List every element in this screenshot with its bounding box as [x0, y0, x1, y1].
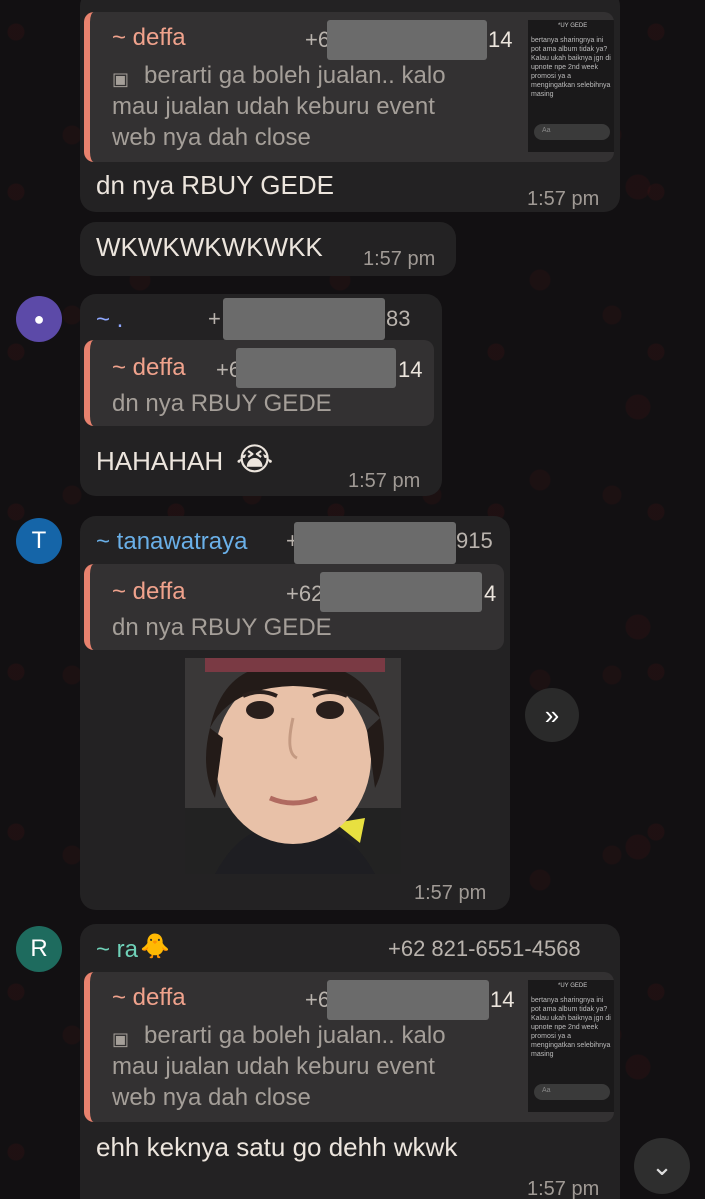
crying-emoji-icon: 😭 [236, 441, 274, 477]
sender-phone-end: 83 [386, 306, 411, 331]
quote-text-line: web nya dah close [112, 124, 311, 151]
thumb-input-hint: Aa [542, 127, 551, 134]
quote-text-line: berarti ga boleh jualan.. kalo [144, 1022, 446, 1049]
thumb-input: Aa [534, 1084, 610, 1100]
avatar-letter: T [31, 527, 47, 554]
quoted-message[interactable]: ~ deffa +62 4 dn nya RBUY GEDE [84, 564, 504, 650]
quote-text: dn nya RBUY GEDE [112, 390, 332, 417]
message-bubble[interactable]: WKWKWKWKWKK 1:57 pm [80, 222, 456, 276]
quote-sender-phone-end: 14 [398, 357, 423, 382]
thumb-text: bertanya sharingnya ini pot ama album ti… [531, 997, 611, 1058]
quote-sender-phone-end: 14 [488, 27, 513, 52]
sender-name[interactable]: ~ ra [96, 936, 138, 964]
redaction-box [327, 20, 487, 60]
message-bubble[interactable]: ~ deffa +6 14 ▣ berarti ga boleh jualan.… [80, 0, 620, 212]
sender-phone-end: 915 [456, 528, 493, 553]
message-text: ehh keknya satu go dehh wkwk [96, 1132, 458, 1162]
redaction-box [327, 980, 489, 1020]
quote-text-line: mau jualan udah keburu event [112, 1053, 435, 1080]
redaction-box [320, 572, 482, 612]
quote-sender-name: ~ deffa [112, 984, 186, 1011]
message-time: 1:57 pm [527, 188, 600, 210]
message-text: dn nya RBUY GEDE [96, 170, 334, 200]
thumb-header: *UY GEDE [558, 983, 588, 989]
thumb-input: Aa [534, 124, 610, 140]
message-bubble[interactable]: ~ . + 83 ~ deffa +6 14 dn nya RBUY GEDE … [80, 294, 442, 496]
message-bubble[interactable]: ~ ra 🐥 +62 821-6551-4568 ~ deffa +6 14 ▣… [80, 924, 620, 1199]
avatar[interactable]: ● [16, 296, 62, 342]
chick-emoji-icon: 🐥 [140, 933, 170, 960]
message-time: 1:57 pm [363, 248, 436, 270]
quote-sender-name: ~ deffa [112, 24, 186, 51]
redaction-box [236, 348, 396, 388]
quote-sender-phone-end: 14 [490, 987, 515, 1012]
message-time: 1:57 pm [414, 882, 487, 904]
selfie-photo[interactable] [185, 658, 401, 874]
thumb-text: bertanya sharingnya ini pot ama album ti… [531, 37, 611, 98]
quote-text-line: berarti ga boleh jualan.. kalo [144, 62, 446, 89]
message-text: WKWKWKWKWKK [96, 232, 323, 262]
message-time: 1:57 pm [348, 470, 421, 492]
scroll-down-icon[interactable]: ⌄ [634, 1138, 690, 1194]
quote-sender-name: ~ deffa [112, 578, 186, 605]
quote-sender-phone: +62 [286, 581, 324, 606]
message-time: 1:57 pm [527, 1178, 600, 1199]
avatar-letter: R [30, 935, 48, 962]
quote-thumbnail: *UY GEDE bertanya sharingnya ini pot ama… [528, 20, 614, 152]
thumb-input-hint: Aa [542, 1087, 551, 1094]
quote-text: dn nya RBUY GEDE [112, 614, 332, 641]
quote-thumbnail: *UY GEDE bertanya sharingnya ini pot ama… [528, 980, 614, 1112]
sender-name[interactable]: ~ . [96, 306, 123, 334]
thumb-header: *UY GEDE [558, 23, 588, 29]
selfie-image [185, 658, 401, 874]
quote-sender-phone-end: 4 [484, 581, 497, 606]
forward-icon[interactable]: » [525, 688, 579, 742]
avatar[interactable]: T [16, 518, 62, 564]
redaction-box [223, 298, 385, 340]
sender-phone: +62 821-6551-4568 [388, 936, 581, 961]
person-icon: ● [33, 308, 45, 329]
sender-phone: + [208, 306, 221, 331]
quoted-message[interactable]: ~ deffa +6 14 dn nya RBUY GEDE [84, 340, 434, 426]
quote-text-line: web nya dah close [112, 1084, 311, 1111]
quoted-message[interactable]: ~ deffa +6 14 ▣ berarti ga boleh jualan.… [84, 972, 614, 1122]
redaction-box [294, 522, 456, 564]
quoted-message[interactable]: ~ deffa +6 14 ▣ berarti ga boleh jualan.… [84, 12, 614, 162]
quote-text-line: mau jualan udah keburu event [112, 93, 435, 120]
avatar[interactable]: R [16, 926, 62, 972]
message-text: HAHAHAH [96, 446, 224, 476]
quote-sender-name: ~ deffa [112, 354, 186, 381]
sender-name[interactable]: ~ tanawatraya [96, 528, 247, 556]
